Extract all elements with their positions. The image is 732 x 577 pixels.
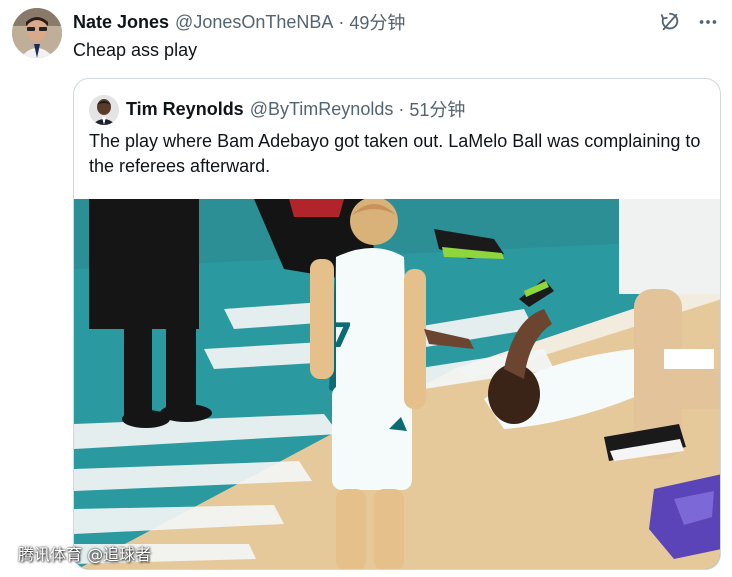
watermark-text: 腾讯体育 @追球者	[18, 545, 152, 564]
quoted-author-name[interactable]: Tim Reynolds	[126, 99, 244, 120]
quoted-tweet-text: The play where Bam Adebayo got taken out…	[89, 131, 701, 176]
tweet[interactable]: Nate Jones @JonesOnTheNBA · 49分钟 Cheap a…	[0, 0, 732, 577]
quoted-author-handle[interactable]: @ByTimReynolds	[250, 99, 394, 120]
mute-conversation-icon[interactable]	[658, 10, 682, 34]
video-thumbnail[interactable]: 7	[74, 199, 720, 569]
author-name[interactable]: Nate Jones	[73, 12, 169, 33]
more-options-icon[interactable]	[696, 10, 720, 34]
author-avatar[interactable]	[12, 8, 62, 58]
author-handle[interactable]: @JonesOnTheNBA	[175, 12, 333, 33]
tweet-actions	[658, 10, 720, 34]
quoted-tweet-header: Tim Reynolds @ByTimReynolds · 51分钟	[126, 96, 465, 122]
separator-dot: ·	[338, 11, 345, 32]
basketball-court-scene: 7	[74, 199, 720, 569]
quoted-tweet[interactable]: Tim Reynolds @ByTimReynolds · 51分钟 The p…	[73, 78, 721, 570]
separator-dot: ·	[398, 98, 405, 119]
quoted-tweet-timestamp[interactable]: 51分钟	[409, 96, 465, 122]
tweet-header: Nate Jones @JonesOnTheNBA · 49分钟	[73, 9, 405, 35]
tweet-timestamp[interactable]: 49分钟	[349, 9, 405, 35]
tweet-text: Cheap ass play	[73, 40, 198, 60]
quoted-author-avatar[interactable]	[89, 95, 119, 125]
